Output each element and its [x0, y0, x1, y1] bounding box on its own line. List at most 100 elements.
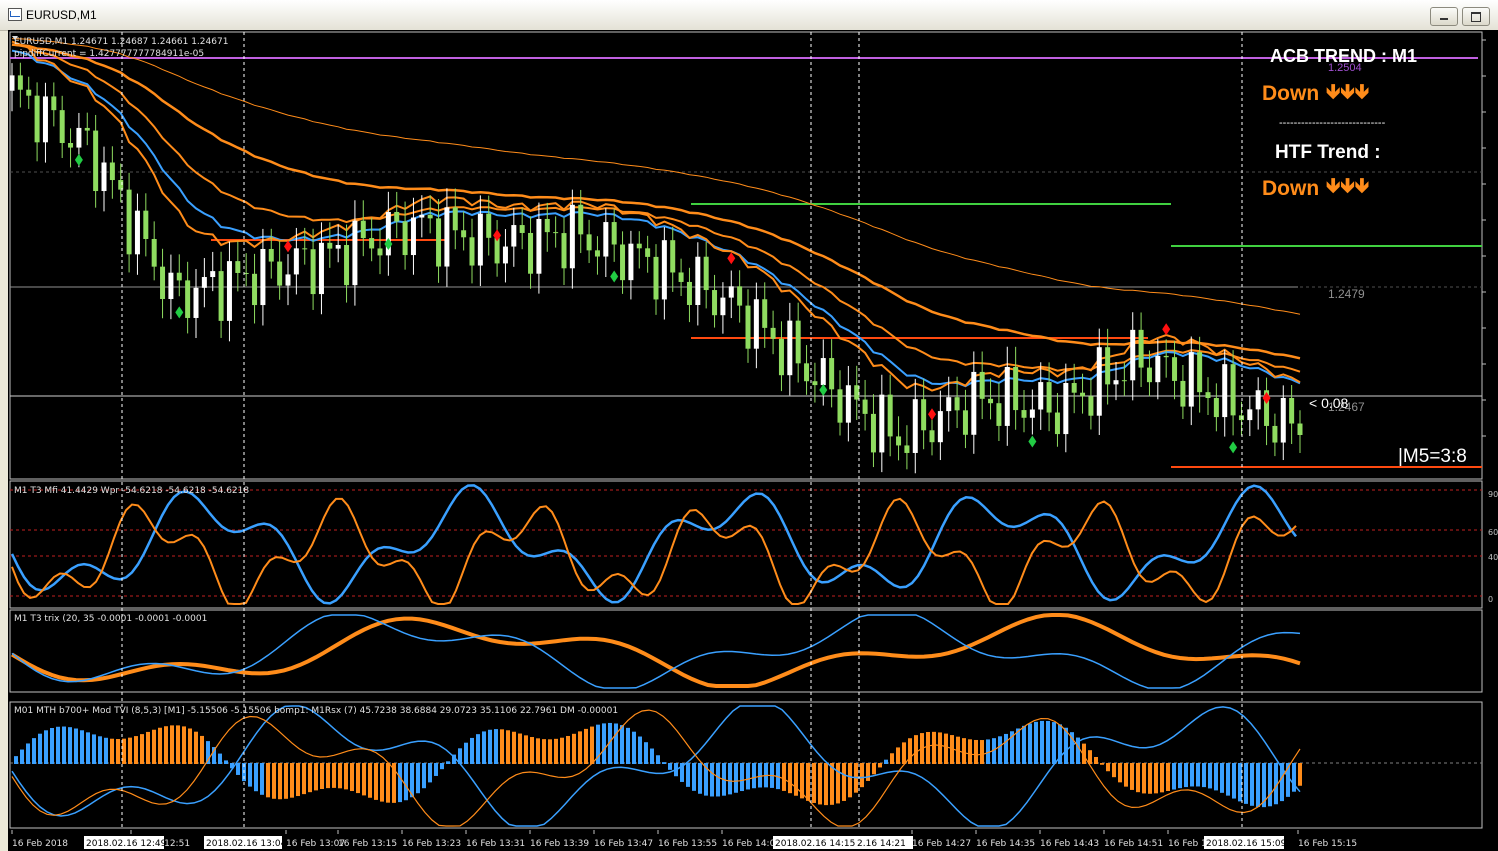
candle-body-0	[9, 75, 15, 91]
tvi-bar-183	[1112, 763, 1116, 778]
tvi-bar-161	[980, 740, 984, 764]
candle-body-43	[369, 238, 375, 249]
tvi-bar-47	[296, 763, 300, 797]
tvi-bar-173	[1052, 722, 1056, 764]
candle-body-91	[770, 327, 776, 339]
tvi-bar-159	[968, 739, 972, 764]
tvi-bar-129	[788, 763, 792, 794]
tvi-bar-179	[1088, 750, 1092, 764]
candle-body-126	[1063, 383, 1069, 435]
time-label-13: 16 Feb 14:51	[1104, 839, 1163, 849]
candle-body-86	[728, 286, 734, 298]
tvi-bar-54	[338, 763, 342, 789]
tvi-bar-4	[38, 733, 42, 764]
chart-area[interactable]: EURUSD,M1 1.24671 1.24687 1.24661 1.2467…	[8, 30, 1498, 851]
time-label-3: 16 Feb 13:15	[338, 839, 397, 849]
tvi-bar-98	[602, 723, 606, 764]
trix-panel-frame	[9, 609, 1483, 693]
tvi-bar-44	[278, 763, 282, 800]
tvi-bar-17	[116, 739, 120, 764]
tvi-bar-155	[944, 733, 948, 764]
tvi-bar-134	[818, 763, 822, 805]
chart-canvas[interactable]: EURUSD,M1 1.24671 1.24687 1.24661 1.2467…	[8, 30, 1498, 851]
candle-body-56	[477, 213, 483, 266]
tvi-bar-154	[938, 732, 942, 764]
tvi-bar-26	[170, 725, 174, 764]
tvi-bar-102	[626, 727, 630, 764]
tvi-bar-19	[128, 737, 132, 764]
candle-body-124	[1046, 382, 1052, 413]
tvi-bar-153	[932, 731, 936, 764]
candle-body-78	[661, 240, 667, 300]
candle-body-129	[1088, 396, 1094, 416]
candle-body-59	[502, 246, 508, 264]
candle-body-123	[1038, 382, 1044, 410]
candle-body-127	[1071, 383, 1077, 393]
candle-body-38	[327, 242, 333, 249]
tvi-bar-25	[164, 726, 168, 764]
tvi-bar-93	[572, 733, 576, 764]
time-highlight-2: 2018.02.16 14:15	[775, 839, 855, 849]
tvi-bar-61	[380, 763, 384, 802]
candle-body-30	[260, 248, 266, 306]
candle-body-19	[168, 272, 174, 300]
candle-body-136	[1146, 367, 1152, 383]
tvi-bar-55	[344, 763, 348, 790]
candle-body-9	[84, 127, 90, 131]
tvi-bar-189	[1148, 763, 1152, 794]
candle-body-84	[712, 290, 718, 316]
tvi-bar-148	[902, 742, 906, 764]
candle-body-142	[1197, 352, 1203, 393]
title-bar[interactable]: EURUSD,M1	[0, 0, 1498, 31]
candle-body-51	[436, 218, 442, 267]
tvi-bar-123	[752, 763, 756, 789]
tvi-bar-79	[488, 729, 492, 764]
tvi-bar-105	[644, 742, 648, 764]
candle-body-11	[101, 162, 107, 192]
trix-panel: M1 T3 trix (20, 35 -0.0001 -0.0001 -0.00…	[9, 609, 1483, 693]
minimize-button[interactable]	[1430, 7, 1458, 26]
tvi-bar-160	[974, 739, 978, 764]
tvi-bar-202	[1226, 763, 1230, 796]
candle-body-74	[628, 243, 634, 281]
candle-body-131	[1105, 347, 1111, 385]
candle-body-71	[603, 222, 609, 257]
tvi-bar-145	[884, 759, 888, 764]
candle-body-144	[1213, 398, 1219, 418]
tvi-bar-193	[1172, 763, 1176, 790]
time-label-7: 16 Feb 13:47	[594, 839, 653, 849]
candle-body-47	[402, 221, 408, 256]
tvi-bar-6	[50, 727, 54, 764]
price-panel: EURUSD,M1 1.24671 1.24687 1.24661 1.2467…	[9, 31, 1486, 480]
candle-body-120	[1013, 366, 1019, 411]
candle-body-21	[185, 280, 191, 318]
restore-button[interactable]	[1462, 7, 1490, 26]
candle-body-99	[837, 389, 843, 423]
tvi-bar-3	[32, 738, 36, 764]
htf-down-arrows-icon: 🡻🡻🡻	[1326, 173, 1369, 197]
candle-body-3	[34, 95, 40, 143]
tvi-panel: M01 MTH b700+ Mod TVI (8,5,3) [M1] -5.15…	[9, 701, 1483, 829]
tvi-bar-119	[728, 763, 732, 795]
candle-body-141	[1188, 352, 1194, 407]
candle-body-40	[344, 245, 350, 286]
candle-body-75	[636, 243, 642, 249]
tvi-bar-144	[878, 763, 882, 768]
tvi-bar-0	[14, 756, 18, 764]
candle-body-2	[26, 89, 32, 96]
candle-body-98	[829, 358, 835, 390]
tvi-bar-190	[1154, 763, 1158, 794]
tvi-bar-78	[482, 731, 486, 764]
candle-body-119	[1004, 366, 1010, 426]
tvi-bar-56	[350, 763, 354, 792]
candle-body-50	[427, 214, 433, 219]
tvi-bar-185	[1124, 763, 1128, 787]
htf-trend-title: HTF Trend :	[1275, 142, 1381, 163]
tvi-bar-112	[686, 763, 690, 787]
candle-body-81	[686, 281, 692, 306]
tvi-bar-43	[272, 763, 276, 799]
tvi-bar-214	[1298, 763, 1302, 786]
candle-body-108	[912, 399, 918, 453]
candle-body-26	[226, 261, 232, 321]
tvi-bar-16	[110, 738, 114, 764]
